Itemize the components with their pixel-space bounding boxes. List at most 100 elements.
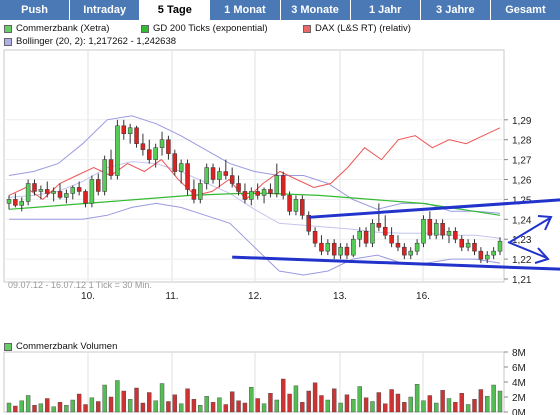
candle-down bbox=[147, 149, 152, 160]
candle-down bbox=[268, 189, 273, 194]
candle-down bbox=[376, 223, 382, 228]
candle-down bbox=[427, 219, 433, 236]
candle-down bbox=[45, 189, 50, 194]
volume-bar bbox=[408, 396, 413, 413]
volume-bar bbox=[83, 404, 88, 413]
candle-down bbox=[121, 125, 127, 134]
volume-bar bbox=[440, 390, 445, 413]
candle-up bbox=[89, 179, 95, 204]
candle-down bbox=[440, 223, 445, 236]
volume-bar bbox=[172, 394, 177, 413]
candle-down bbox=[478, 250, 484, 260]
volume-bar bbox=[261, 403, 267, 413]
price-chart: 10. 11. 12. 13. 16.1,291,281,271,261,251,241… bbox=[3, 49, 560, 415]
legend-dax: DAX (L&S RT) (relativ) bbox=[303, 23, 411, 34]
volume-bar bbox=[178, 403, 184, 413]
candle-down bbox=[210, 167, 216, 180]
volume-bar bbox=[223, 404, 229, 413]
volume-tick-label: 6M bbox=[512, 363, 526, 374]
volume-bar bbox=[453, 402, 458, 413]
time-range-tabs: Push Intraday 5 Tage 1 Monat 3 Monate 1 … bbox=[0, 0, 560, 20]
volume-bar bbox=[121, 390, 126, 413]
volume-bar bbox=[395, 393, 401, 413]
candle-down bbox=[319, 242, 324, 252]
candle-down bbox=[76, 187, 82, 192]
volume-bar bbox=[153, 400, 158, 413]
candle-up bbox=[274, 175, 280, 194]
volume-bar bbox=[198, 405, 203, 413]
candle-up bbox=[153, 147, 158, 160]
tab-1-monat[interactable]: 1 Monat bbox=[210, 0, 281, 20]
x-tick-label: 16. bbox=[416, 291, 430, 302]
candle-up bbox=[491, 250, 496, 256]
candle-up bbox=[249, 191, 254, 200]
candle-down bbox=[402, 246, 407, 256]
candle-up bbox=[38, 189, 44, 192]
candle-up bbox=[204, 167, 209, 184]
volume-bar bbox=[51, 406, 56, 413]
candle-up bbox=[178, 163, 184, 172]
volume-bar bbox=[102, 384, 107, 413]
candle-up bbox=[64, 193, 69, 198]
legend-swatch-commerzbank bbox=[4, 24, 12, 33]
candle-up bbox=[484, 254, 490, 260]
candle-up bbox=[6, 199, 12, 204]
volume-bar bbox=[185, 388, 190, 413]
legend-label-gd200: GD 200 Ticks (exponential) bbox=[153, 23, 268, 34]
tab-push[interactable]: Push bbox=[0, 0, 71, 20]
candle-down bbox=[185, 163, 190, 190]
candle-down bbox=[57, 191, 63, 198]
volume-bar bbox=[459, 393, 464, 413]
volume-bar bbox=[32, 405, 37, 413]
candle-up bbox=[198, 183, 203, 200]
candle-up bbox=[338, 246, 343, 256]
volume-bar bbox=[427, 395, 433, 413]
candle-up bbox=[414, 242, 420, 252]
candle-up bbox=[217, 171, 222, 180]
volume-bar bbox=[38, 403, 44, 413]
candle-up bbox=[433, 223, 439, 236]
volume-bar bbox=[287, 393, 292, 413]
tab-3-monate[interactable]: 3 Monate bbox=[281, 0, 351, 20]
candle-down bbox=[229, 175, 235, 184]
tab-5-tage[interactable]: 5 Tage bbox=[140, 0, 211, 20]
legend-swatch-dax bbox=[303, 24, 311, 33]
candle-down bbox=[191, 189, 197, 200]
volume-bar bbox=[414, 384, 420, 413]
volume-bar bbox=[497, 390, 503, 413]
volume-bar bbox=[191, 399, 197, 413]
volume-bar bbox=[306, 390, 311, 413]
volume-bar bbox=[268, 393, 273, 413]
tab-gesamt[interactable]: Gesamt bbox=[491, 0, 560, 20]
candle-up bbox=[159, 139, 165, 148]
volume-bar bbox=[357, 386, 362, 413]
volume-bar bbox=[134, 387, 139, 413]
volume-bar bbox=[13, 405, 18, 413]
legend-label-commerzbank: Commerzbank (Xetra) bbox=[16, 23, 110, 34]
tab-intraday[interactable]: Intraday bbox=[70, 0, 141, 20]
volume-bar bbox=[300, 402, 305, 413]
volume-bar bbox=[255, 398, 260, 413]
volume-bar bbox=[332, 388, 337, 413]
legend-volume: Commerzbank Volumen bbox=[4, 341, 117, 352]
volume-bar bbox=[115, 380, 120, 413]
volume-bar bbox=[57, 402, 63, 413]
y-tick-label: 1,22 bbox=[512, 255, 532, 266]
legend-label-dax: DAX (L&S RT) (relativ) bbox=[315, 23, 411, 34]
y-tick-label: 1,21 bbox=[512, 275, 532, 286]
candle-down bbox=[459, 238, 464, 248]
volume-tick-label: 2M bbox=[512, 393, 526, 404]
x-tick-label: 12. bbox=[248, 291, 262, 302]
volume-bar bbox=[70, 399, 75, 413]
tab-3-jahre[interactable]: 3 Jahre bbox=[421, 0, 491, 20]
volume-bar bbox=[217, 397, 222, 413]
legend-label-volume: Commerzbank Volumen bbox=[16, 341, 118, 352]
volume-tick-label: 0M bbox=[512, 408, 526, 415]
candle-down bbox=[140, 143, 146, 150]
candle-down bbox=[363, 230, 369, 244]
tab-1-jahr[interactable]: 1 Jahr bbox=[351, 0, 421, 20]
volume-bar bbox=[485, 396, 490, 413]
volume-bar bbox=[274, 399, 280, 413]
candle-down bbox=[453, 230, 458, 240]
y-tick-label: 1,29 bbox=[512, 116, 532, 127]
